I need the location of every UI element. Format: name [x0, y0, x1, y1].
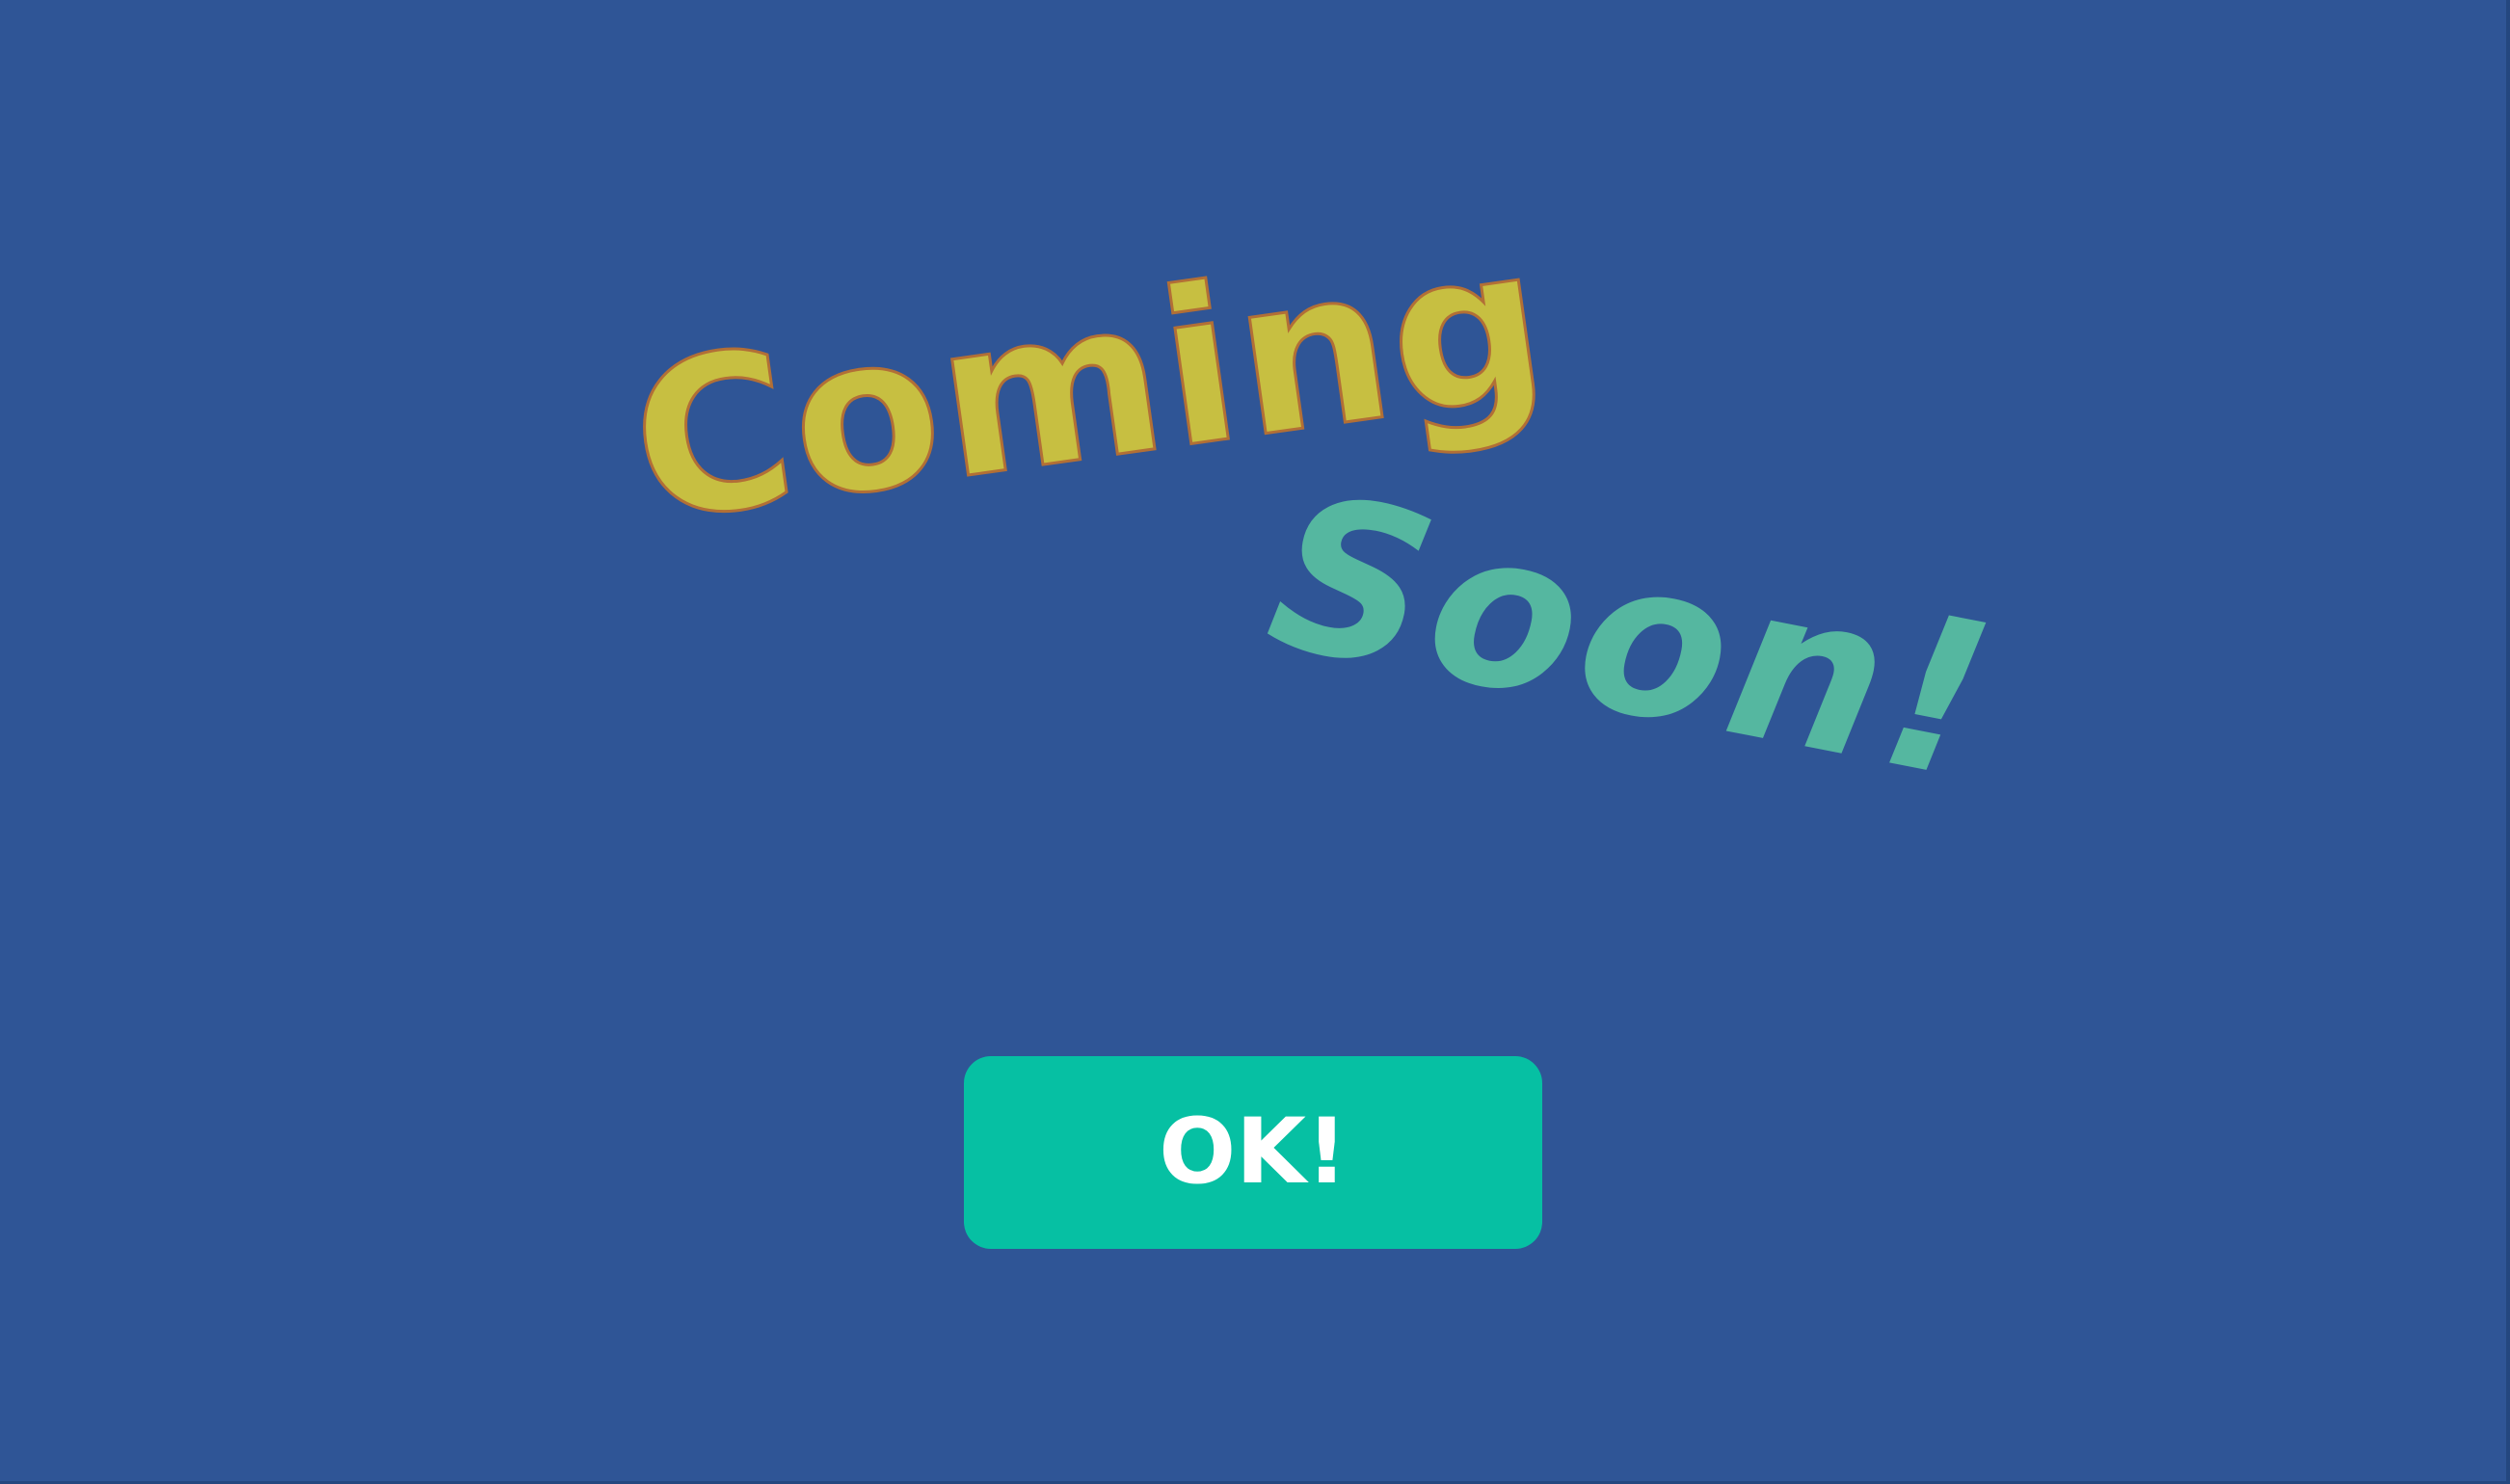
- headline-art: Coming Soon!: [617, 196, 2015, 830]
- ok-button[interactable]: OK!: [964, 1056, 1542, 1249]
- coming-soon-screen: Coming Soon! OK!: [0, 0, 2510, 1484]
- headline-soon: Soon!: [1253, 447, 2015, 830]
